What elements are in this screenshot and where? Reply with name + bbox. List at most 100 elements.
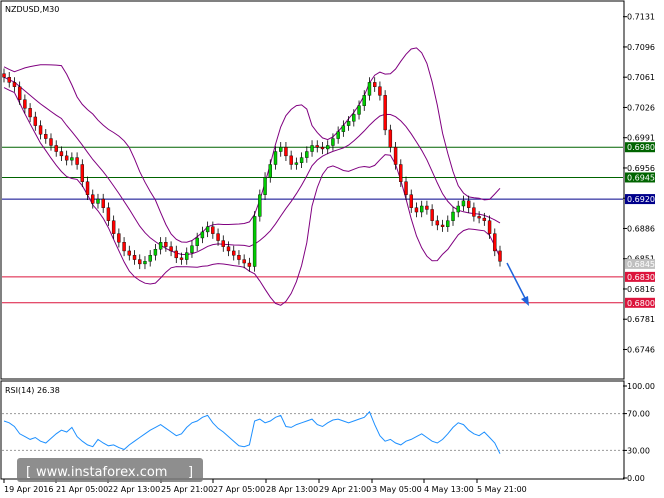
- candle-body-58: [305, 151, 309, 158]
- candle-body-38: [200, 231, 205, 239]
- x-tick-label-0: 19 Apr 2016: [4, 485, 53, 494]
- candle-body-52: [273, 151, 278, 165]
- candle-body-26: [138, 259, 142, 265]
- candle-body-66: [346, 121, 351, 126]
- candle-body-50: [263, 177, 267, 195]
- price-tick-label-4: 0.6991: [627, 134, 655, 143]
- candle-body-62: [326, 145, 330, 150]
- candle-body-14: [75, 157, 79, 165]
- candle-body-45: [237, 255, 241, 260]
- candle-body-21: [111, 220, 116, 234]
- rsi-tick-label-2: 30.00: [627, 446, 650, 455]
- level-label-4: 0.6800: [627, 299, 655, 308]
- candle-body-59: [310, 145, 314, 152]
- price-tick-label-10: 0.6781: [627, 315, 655, 324]
- candle-body-10: [54, 145, 58, 152]
- candle-body-86: [451, 211, 455, 221]
- candle-body-40: [211, 226, 215, 234]
- candle-body-68: [357, 105, 361, 115]
- x-tick-label-5: 28 Apr 13:00: [266, 485, 318, 494]
- candle-body-83: [435, 220, 440, 226]
- candle-body-18: [96, 198, 100, 204]
- candle-body-17: [91, 194, 95, 204]
- x-tick-label-6: 29 Apr 21:00: [319, 485, 371, 494]
- candle-body-79: [414, 207, 419, 213]
- candle-body-72: [378, 86, 382, 96]
- candle-body-25: [132, 255, 137, 260]
- candle-body-91: [477, 216, 481, 219]
- price-panel-frame: [0, 0, 625, 380]
- svg-text:]: ]: [188, 465, 193, 480]
- chart-title: NZDUSD,M30: [5, 5, 59, 14]
- candle-body-6: [33, 116, 38, 126]
- candle-body-3: [17, 86, 22, 100]
- watermark: [ www.instaforex.com ]: [17, 458, 203, 482]
- candle-body-84: [440, 224, 445, 227]
- candle-body-63: [331, 138, 335, 146]
- candle-body-73: [383, 95, 387, 131]
- candle-body-5: [28, 108, 32, 118]
- chart: NZDUSD,M30 RSI(14) 26.38 0.7131 0.7096 0.7…: [0, 0, 655, 494]
- candle-body-2: [12, 82, 17, 87]
- candle-body-29: [153, 249, 158, 256]
- level-label-2: 0.6920: [627, 195, 655, 204]
- candle-body-32: [169, 246, 173, 252]
- x-tick-label-7: 3 May 05:00: [372, 485, 422, 494]
- rsi-tick-label-0: 100.00: [627, 382, 655, 391]
- candle-body-81: [425, 205, 429, 210]
- x-tick-label-8: 4 May 13:00: [424, 485, 474, 494]
- candle-body-64: [336, 131, 340, 139]
- candle-body-30: [158, 242, 163, 250]
- price-tick-label-7: 0.6886: [627, 224, 655, 233]
- level-label-1: 0.6945: [627, 173, 655, 182]
- candle-body-4: [23, 99, 27, 109]
- candle-body-46: [242, 259, 246, 264]
- candle-body-28: [148, 255, 152, 262]
- candle-body-67: [352, 114, 356, 122]
- candle-body-33: [174, 250, 178, 259]
- candle-body-22: [117, 233, 121, 243]
- candle-body-87: [456, 205, 460, 213]
- price-tick-label-5: 0.6956: [627, 164, 655, 173]
- watermark-text: www.instaforex.com: [36, 465, 167, 480]
- rsi-tick-label-3: 0.00: [627, 474, 645, 483]
- candle-body-76: [399, 164, 403, 182]
- candle-body-13: [70, 157, 74, 161]
- candle-body-88: [461, 200, 466, 207]
- candle-body-54: [284, 147, 288, 157]
- candle-body-51: [268, 164, 272, 178]
- candle-body-49: [258, 194, 262, 217]
- candle-body-55: [289, 155, 293, 165]
- candle-body-95: [498, 250, 502, 262]
- price-tick-label-1: 0.7096: [627, 43, 655, 52]
- candle-body-9: [49, 138, 53, 146]
- x-tick-label-3: 25 Apr 21:00: [161, 485, 213, 494]
- candle-body-82: [430, 209, 434, 221]
- candle-body-12: [64, 155, 69, 161]
- candle-body-44: [232, 250, 236, 256]
- candle-body-70: [367, 82, 372, 96]
- candle-body-60: [315, 145, 319, 148]
- x-tick-label-2: 22 Apr 13:00: [108, 485, 160, 494]
- candle-body-77: [404, 181, 408, 195]
- candle-body-69: [362, 95, 366, 106]
- candle-body-47: [247, 262, 252, 267]
- candle-body-8: [44, 134, 48, 139]
- candle-body-27: [143, 261, 147, 265]
- candle-body-35: [185, 252, 189, 260]
- candle-body-36: [190, 245, 194, 253]
- candle-body-90: [472, 207, 476, 217]
- candle-body-16: [85, 181, 90, 195]
- candle-48: [252, 211, 257, 272]
- candle-body-74: [388, 129, 393, 148]
- candle-body-92: [482, 217, 487, 221]
- candle-body-57: [299, 157, 304, 163]
- candle-body-94: [493, 233, 497, 252]
- candle-body-15: [80, 164, 85, 182]
- candle-body-71: [372, 82, 377, 87]
- level-label-0: 0.6980: [627, 143, 655, 152]
- candle-body-1: [7, 76, 11, 83]
- candle-body-20: [106, 207, 111, 221]
- candle-body-93: [487, 220, 492, 234]
- candle-body-65: [341, 125, 346, 132]
